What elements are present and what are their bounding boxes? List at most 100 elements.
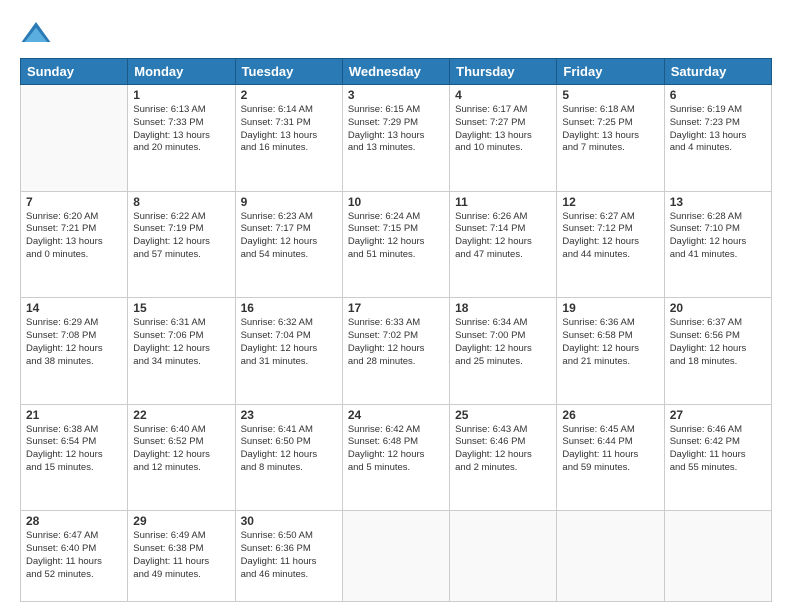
- day-info: Sunrise: 6:41 AM Sunset: 6:50 PM Dayligh…: [241, 424, 337, 475]
- calendar-cell: 22Sunrise: 6:40 AM Sunset: 6:52 PM Dayli…: [128, 404, 235, 511]
- calendar-cell: 29 Sunrise: 6:49 AM Sunset: 6:38 PM Dayli…: [128, 511, 235, 602]
- header-cell-wednesday: Wednesday: [342, 59, 449, 85]
- day-info: Sunrise: 6:33 AM Sunset: 7:02 PM Dayligh…: [348, 317, 444, 368]
- day-info: Sunrise: 6:23 AM Sunset: 7:17 PM Dayligh…: [241, 211, 337, 262]
- day-number: 17: [348, 301, 444, 315]
- day-number: 7: [26, 195, 122, 209]
- calendar-cell: 1 Sunrise: 6:13 AM Sunset: 7:33 PM Daylig…: [128, 85, 235, 192]
- calendar-cell: 19 Sunrise: 6:36 AM Sunset: 6:58 PM Dayli…: [557, 298, 664, 405]
- day-info: Sunrise: 6:17 AM Sunset: 7:27 PM Dayligh…: [455, 104, 551, 155]
- day-number: 4: [455, 88, 551, 102]
- week-row-3: 14Sunrise: 6:29 AM Sunset: 7:08 PM Dayli…: [21, 298, 772, 405]
- day-number: 23: [241, 408, 337, 422]
- calendar-cell: 12 Sunrise: 6:27 AM Sunset: 7:12 PM Dayli…: [557, 191, 664, 298]
- calendar-cell: 26 Sunrise: 6:45 AM Sunset: 6:44 PM Dayli…: [557, 404, 664, 511]
- day-number: 20: [670, 301, 766, 315]
- day-number: 1: [133, 88, 229, 102]
- calendar-cell: 14Sunrise: 6:29 AM Sunset: 7:08 PM Dayli…: [21, 298, 128, 405]
- day-number: 30: [241, 514, 337, 528]
- header-cell-friday: Friday: [557, 59, 664, 85]
- calendar-cell: 20 Sunrise: 6:37 AM Sunset: 6:56 PM Dayli…: [664, 298, 771, 405]
- calendar-cell: [450, 511, 557, 602]
- day-info: Sunrise: 6:27 AM Sunset: 7:12 PM Dayligh…: [562, 211, 658, 262]
- calendar-cell: 23 Sunrise: 6:41 AM Sunset: 6:50 PM Dayli…: [235, 404, 342, 511]
- logo-icon: [20, 18, 52, 50]
- calendar-cell: 21 Sunrise: 6:38 AM Sunset: 6:54 PM Dayli…: [21, 404, 128, 511]
- day-info: Sunrise: 6:50 AM Sunset: 6:36 PM Dayligh…: [241, 530, 337, 581]
- day-info: Sunrise: 6:28 AM Sunset: 7:10 PM Dayligh…: [670, 211, 766, 262]
- calendar-cell: [342, 511, 449, 602]
- header-cell-tuesday: Tuesday: [235, 59, 342, 85]
- day-number: 19: [562, 301, 658, 315]
- calendar-cell: 18 Sunrise: 6:34 AM Sunset: 7:00 PM Dayli…: [450, 298, 557, 405]
- day-info: Sunrise: 6:40 AM Sunset: 6:52 PM Dayligh…: [133, 424, 229, 475]
- header-row: SundayMondayTuesdayWednesdayThursdayFrid…: [21, 59, 772, 85]
- calendar-cell: 30 Sunrise: 6:50 AM Sunset: 6:36 PM Dayli…: [235, 511, 342, 602]
- logo: [20, 18, 56, 50]
- day-info: Sunrise: 6:14 AM Sunset: 7:31 PM Dayligh…: [241, 104, 337, 155]
- calendar-cell: 2 Sunrise: 6:14 AM Sunset: 7:31 PM Daylig…: [235, 85, 342, 192]
- day-info: Sunrise: 6:42 AM Sunset: 6:48 PM Dayligh…: [348, 424, 444, 475]
- day-number: 25: [455, 408, 551, 422]
- day-number: 21: [26, 408, 122, 422]
- day-info: Sunrise: 6:36 AM Sunset: 6:58 PM Dayligh…: [562, 317, 658, 368]
- page: SundayMondayTuesdayWednesdayThursdayFrid…: [0, 0, 792, 612]
- day-info: Sunrise: 6:45 AM Sunset: 6:44 PM Dayligh…: [562, 424, 658, 475]
- calendar-cell: 10 Sunrise: 6:24 AM Sunset: 7:15 PM Dayli…: [342, 191, 449, 298]
- day-number: 24: [348, 408, 444, 422]
- header-cell-sunday: Sunday: [21, 59, 128, 85]
- day-info: Sunrise: 6:15 AM Sunset: 7:29 PM Dayligh…: [348, 104, 444, 155]
- week-row-2: 7Sunrise: 6:20 AM Sunset: 7:21 PM Daylig…: [21, 191, 772, 298]
- day-info: Sunrise: 6:18 AM Sunset: 7:25 PM Dayligh…: [562, 104, 658, 155]
- day-number: 12: [562, 195, 658, 209]
- day-info: Sunrise: 6:26 AM Sunset: 7:14 PM Dayligh…: [455, 211, 551, 262]
- calendar-cell: 27 Sunrise: 6:46 AM Sunset: 6:42 PM Dayli…: [664, 404, 771, 511]
- calendar-cell: 4 Sunrise: 6:17 AM Sunset: 7:27 PM Daylig…: [450, 85, 557, 192]
- calendar-cell: 11Sunrise: 6:26 AM Sunset: 7:14 PM Dayli…: [450, 191, 557, 298]
- day-info: Sunrise: 6:31 AM Sunset: 7:06 PM Dayligh…: [133, 317, 229, 368]
- calendar-cell: [664, 511, 771, 602]
- header-cell-thursday: Thursday: [450, 59, 557, 85]
- calendar-cell: [557, 511, 664, 602]
- day-number: 16: [241, 301, 337, 315]
- day-number: 5: [562, 88, 658, 102]
- calendar-table: SundayMondayTuesdayWednesdayThursdayFrid…: [20, 58, 772, 602]
- day-number: 27: [670, 408, 766, 422]
- calendar-body: 1 Sunrise: 6:13 AM Sunset: 7:33 PM Daylig…: [21, 85, 772, 602]
- calendar-cell: 28Sunrise: 6:47 AM Sunset: 6:40 PM Dayli…: [21, 511, 128, 602]
- day-number: 28: [26, 514, 122, 528]
- day-number: 8: [133, 195, 229, 209]
- day-info: Sunrise: 6:49 AM Sunset: 6:38 PM Dayligh…: [133, 530, 229, 581]
- header-cell-saturday: Saturday: [664, 59, 771, 85]
- calendar-header: SundayMondayTuesdayWednesdayThursdayFrid…: [21, 59, 772, 85]
- day-info: Sunrise: 6:32 AM Sunset: 7:04 PM Dayligh…: [241, 317, 337, 368]
- calendar-cell: 8 Sunrise: 6:22 AM Sunset: 7:19 PM Daylig…: [128, 191, 235, 298]
- day-info: Sunrise: 6:46 AM Sunset: 6:42 PM Dayligh…: [670, 424, 766, 475]
- calendar-cell: 5 Sunrise: 6:18 AM Sunset: 7:25 PM Daylig…: [557, 85, 664, 192]
- calendar-cell: 24 Sunrise: 6:42 AM Sunset: 6:48 PM Dayli…: [342, 404, 449, 511]
- calendar-cell: [21, 85, 128, 192]
- calendar-cell: 16 Sunrise: 6:32 AM Sunset: 7:04 PM Dayli…: [235, 298, 342, 405]
- day-number: 26: [562, 408, 658, 422]
- calendar-cell: 17 Sunrise: 6:33 AM Sunset: 7:02 PM Dayli…: [342, 298, 449, 405]
- day-number: 29: [133, 514, 229, 528]
- day-info: Sunrise: 6:43 AM Sunset: 6:46 PM Dayligh…: [455, 424, 551, 475]
- header: [20, 18, 772, 50]
- header-cell-monday: Monday: [128, 59, 235, 85]
- day-info: Sunrise: 6:22 AM Sunset: 7:19 PM Dayligh…: [133, 211, 229, 262]
- day-info: Sunrise: 6:29 AM Sunset: 7:08 PM Dayligh…: [26, 317, 122, 368]
- day-number: 10: [348, 195, 444, 209]
- day-number: 18: [455, 301, 551, 315]
- day-info: Sunrise: 6:13 AM Sunset: 7:33 PM Dayligh…: [133, 104, 229, 155]
- day-number: 13: [670, 195, 766, 209]
- day-info: Sunrise: 6:38 AM Sunset: 6:54 PM Dayligh…: [26, 424, 122, 475]
- day-number: 9: [241, 195, 337, 209]
- day-number: 3: [348, 88, 444, 102]
- calendar-cell: 13 Sunrise: 6:28 AM Sunset: 7:10 PM Dayli…: [664, 191, 771, 298]
- day-info: Sunrise: 6:24 AM Sunset: 7:15 PM Dayligh…: [348, 211, 444, 262]
- week-row-4: 21 Sunrise: 6:38 AM Sunset: 6:54 PM Dayli…: [21, 404, 772, 511]
- day-info: Sunrise: 6:37 AM Sunset: 6:56 PM Dayligh…: [670, 317, 766, 368]
- day-number: 2: [241, 88, 337, 102]
- day-info: Sunrise: 6:34 AM Sunset: 7:00 PM Dayligh…: [455, 317, 551, 368]
- week-row-5: 28Sunrise: 6:47 AM Sunset: 6:40 PM Dayli…: [21, 511, 772, 602]
